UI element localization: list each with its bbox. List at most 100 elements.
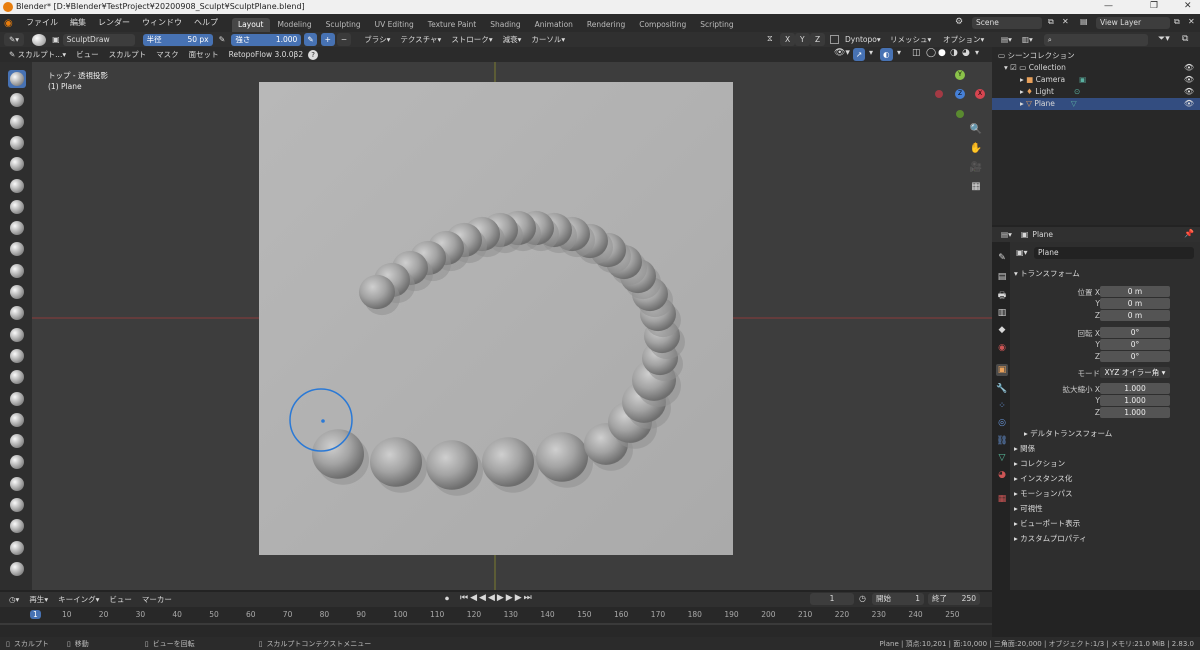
- gizmo-z-axis[interactable]: Z: [955, 89, 965, 99]
- tool-rotate-icon[interactable]: [8, 517, 26, 535]
- scene-icon[interactable]: ⚙: [955, 17, 963, 27]
- current-frame-indicator[interactable]: 1: [30, 610, 41, 619]
- location-z-field[interactable]: 0 m: [1100, 310, 1170, 321]
- tool-smooth-icon[interactable]: [8, 262, 26, 280]
- collections-section[interactable]: ▸ コレクション: [1014, 458, 1065, 469]
- tool-inflate-icon[interactable]: [8, 198, 26, 216]
- tab-layout[interactable]: Layout: [232, 18, 270, 32]
- modifier-tab-icon[interactable]: 🔧: [996, 383, 1008, 395]
- keying-menu[interactable]: キーイング▾: [53, 593, 104, 606]
- eye-icon[interactable]: 👁: [1184, 98, 1194, 110]
- brush-menu[interactable]: ブラシ▾: [359, 33, 395, 46]
- material-tab-icon[interactable]: ◕: [996, 469, 1008, 481]
- playback-controls[interactable]: ⏮◀◀◀▶▶▶⏭: [460, 593, 534, 603]
- new-collection-icon[interactable]: ⧉: [1182, 34, 1188, 44]
- tool-slide-relax-icon[interactable]: [8, 539, 26, 557]
- solid-shading-icon[interactable]: ●: [938, 48, 946, 58]
- menu-view[interactable]: ビュー: [71, 48, 104, 61]
- menu-render[interactable]: レンダー: [92, 14, 136, 32]
- gizmo-x-axis[interactable]: X: [975, 89, 985, 99]
- strength-slider[interactable]: 強さ 1.000: [231, 33, 302, 46]
- delta-transform-section[interactable]: ▸ デルタトランスフォーム: [1024, 428, 1112, 439]
- 3d-viewport[interactable]: トップ - 透視投影 (1) Plane: [32, 62, 992, 590]
- instancing-section[interactable]: ▸ インスタンス化: [1014, 473, 1072, 484]
- menu-sculpt[interactable]: スカルプト: [104, 48, 152, 61]
- physics-tab-icon[interactable]: ◎: [996, 417, 1008, 429]
- eye-icon[interactable]: 👁: [1184, 86, 1194, 98]
- tool-tab-icon[interactable]: ✎: [996, 252, 1008, 264]
- view-layer-field[interactable]: View Layer: [1096, 17, 1170, 29]
- texture-tab-icon[interactable]: ▦: [996, 493, 1008, 505]
- location-y-field[interactable]: 0 m: [1100, 298, 1170, 309]
- tool-snake-hook-icon[interactable]: [8, 432, 26, 450]
- tool-blob-icon[interactable]: [8, 219, 26, 237]
- menu-help[interactable]: ヘルプ: [188, 14, 224, 32]
- checkbox-icon[interactable]: ☑: [1010, 63, 1019, 72]
- end-frame-field[interactable]: 終了 250: [928, 593, 980, 605]
- menu-edit[interactable]: 編集: [64, 14, 92, 32]
- tool-fill-icon[interactable]: [8, 304, 26, 322]
- gizmo-dropdown-icon[interactable]: ▾: [869, 48, 873, 57]
- overlay-dropdown-icon[interactable]: ▾: [897, 48, 901, 57]
- current-frame-field[interactable]: 1: [810, 593, 854, 605]
- new-scene-icon[interactable]: ⧉: [1048, 17, 1054, 27]
- tool-grab-icon[interactable]: [8, 390, 26, 408]
- scale-x-field[interactable]: 1.000: [1100, 383, 1170, 394]
- view-layer-icon[interactable]: ▤: [1080, 17, 1088, 26]
- mesh-data-icon[interactable]: ▽: [1071, 99, 1077, 108]
- outliner-light[interactable]: ▸ ♦ Light ⊙ 👁: [992, 86, 1200, 98]
- menu-retopoflow[interactable]: RetopoFlow 3.0.0β2: [224, 48, 309, 61]
- mode-dropdown[interactable]: ✎ スカルプト...▾: [4, 48, 71, 61]
- delete-scene-icon[interactable]: ✕: [1062, 17, 1069, 26]
- scene-tab-icon[interactable]: ◆: [996, 324, 1008, 336]
- gizmo-y-axis[interactable]: Y: [955, 70, 965, 80]
- start-frame-field[interactable]: 開始 1: [872, 593, 924, 605]
- wireframe-shading-icon[interactable]: ◯: [926, 48, 936, 58]
- record-icon[interactable]: ⏺: [445, 594, 449, 604]
- tab-uv-editing[interactable]: UV Editing: [369, 18, 420, 32]
- pan-hand-icon[interactable]: ✋: [968, 141, 984, 157]
- outliner-display-mode[interactable]: ▥▾: [1017, 33, 1038, 46]
- particles-tab-icon[interactable]: ⁘: [996, 400, 1008, 412]
- eye-icon[interactable]: 👁: [1184, 74, 1194, 86]
- close-button[interactable]: ✕: [1184, 1, 1192, 11]
- menu-file[interactable]: ファイル: [20, 14, 64, 32]
- transform-panel-header[interactable]: ▾ トランスフォーム: [1014, 268, 1080, 279]
- rotation-x-field[interactable]: 0°: [1100, 327, 1170, 338]
- rotation-z-field[interactable]: 0°: [1100, 351, 1170, 362]
- perspective-grid-icon[interactable]: ▦: [968, 179, 984, 195]
- tool-draw-icon[interactable]: [8, 70, 26, 88]
- timeline-editor-type[interactable]: ◷▾: [4, 593, 24, 606]
- mirror-y-toggle[interactable]: Y: [795, 33, 810, 46]
- scale-y-field[interactable]: 1.000: [1100, 395, 1170, 406]
- properties-editor-type[interactable]: ▤▾: [996, 228, 1017, 241]
- stroke-menu[interactable]: ストローク▾: [446, 33, 497, 46]
- brush-preview-icon[interactable]: [32, 33, 47, 46]
- outliner-collection[interactable]: ▾ ☑ ▭ Collection 👁: [992, 62, 1200, 74]
- object-tab-icon[interactable]: ▣: [996, 364, 1008, 376]
- eye-icon[interactable]: 👁: [1184, 62, 1194, 74]
- tool-layer-icon[interactable]: [8, 177, 26, 195]
- viewport-canvas[interactable]: [32, 62, 992, 590]
- tab-sculpting[interactable]: Sculpting: [320, 18, 367, 32]
- outliner-scene-collection[interactable]: ▭ シーンコレクション: [992, 50, 1200, 62]
- maximize-button[interactable]: ❐: [1150, 1, 1158, 11]
- tab-shading[interactable]: Shading: [484, 18, 526, 32]
- mirror-x-toggle[interactable]: X: [780, 33, 796, 46]
- viewport-display-section[interactable]: ▸ ビューポート表示: [1014, 518, 1080, 529]
- view-layer-tab-icon[interactable]: ▥: [996, 307, 1008, 319]
- relations-section[interactable]: ▸ 関係: [1014, 443, 1035, 454]
- mirror-z-toggle[interactable]: Z: [810, 33, 826, 46]
- outliner-camera[interactable]: ▸ ■ Camera ▣ 👁: [992, 74, 1200, 86]
- filter-icon[interactable]: ⏷▾: [1158, 34, 1170, 44]
- tool-pinch-icon[interactable]: [8, 368, 26, 386]
- add-direction-button[interactable]: +: [320, 33, 335, 46]
- menu-mask[interactable]: マスク: [151, 48, 184, 61]
- radius-slider[interactable]: 半径 50 px: [142, 33, 213, 46]
- material-shading-icon[interactable]: ◑: [950, 48, 958, 58]
- camera-data-icon[interactable]: ▣: [1079, 75, 1086, 84]
- tool-thumb-icon[interactable]: [8, 453, 26, 471]
- tab-compositing[interactable]: Compositing: [633, 18, 692, 32]
- cursor-menu[interactable]: カーソル▾: [526, 33, 570, 46]
- pin-icon[interactable]: 📌: [1184, 229, 1194, 238]
